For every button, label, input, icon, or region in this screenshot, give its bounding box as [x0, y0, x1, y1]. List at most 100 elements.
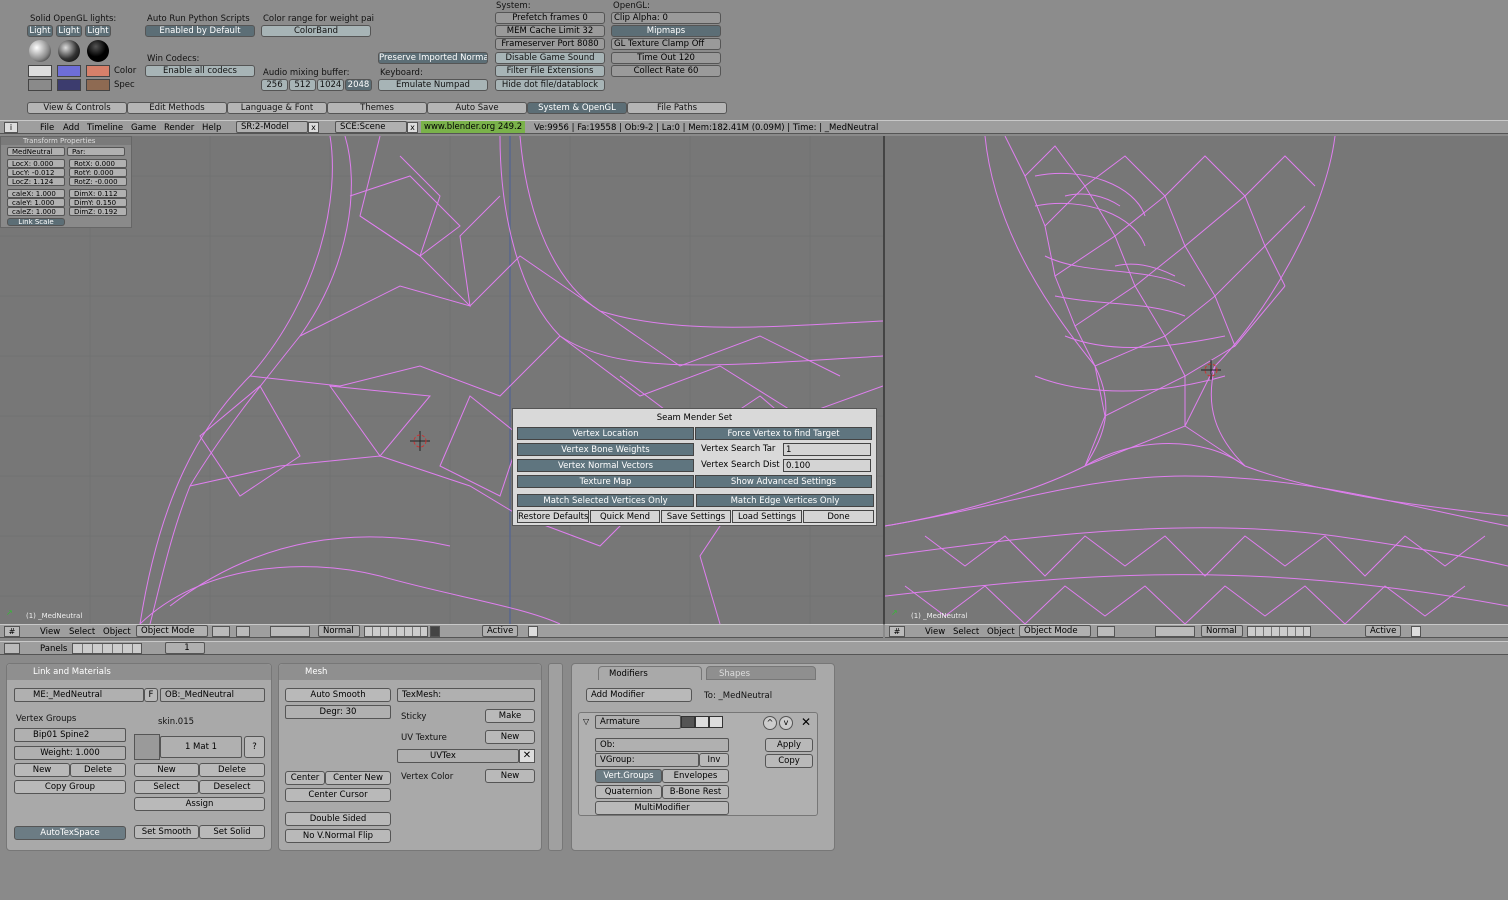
info-icon[interactable]: i — [4, 122, 18, 133]
orientation-dropdown-left[interactable]: Normal — [318, 625, 360, 637]
texture-map-toggle[interactable]: Texture Map — [517, 475, 694, 488]
scene-close-icon[interactable]: x — [407, 122, 418, 133]
link-materials-title[interactable]: Link and Materials — [7, 664, 271, 680]
copy-button[interactable]: Copy — [765, 754, 813, 768]
layers-icon[interactable] — [364, 626, 428, 637]
audio-1024[interactable]: 1024 — [317, 79, 344, 91]
center-new-button[interactable]: Center New — [325, 771, 391, 785]
material-new-button[interactable]: New — [134, 763, 199, 777]
center-button[interactable]: Center — [285, 771, 325, 785]
light-2-color-swatch[interactable] — [57, 65, 81, 77]
scene-selector[interactable]: SCE:Scene — [335, 121, 407, 133]
material-deselect-button[interactable]: Deselect — [199, 780, 265, 794]
armature-object-field[interactable]: Ob: — [595, 738, 729, 752]
collect-rate-field[interactable]: Collect Rate 60 — [611, 65, 721, 77]
menu-object-right[interactable]: Object — [987, 627, 1015, 637]
audio-512[interactable]: 512 — [289, 79, 316, 91]
transform-name-field[interactable]: MedNeutral — [7, 147, 65, 156]
win-codecs-toggle[interactable]: Enable all codecs — [145, 65, 255, 77]
fake-user-button[interactable]: F — [144, 688, 158, 702]
editor-type-icon-right[interactable]: # — [889, 626, 905, 637]
show-advanced-toggle[interactable]: Show Advanced Settings — [695, 475, 872, 488]
degr-field[interactable]: Degr: 30 — [285, 705, 391, 719]
modifier-name-field[interactable]: Armature — [595, 715, 681, 729]
light-2-sphere-icon[interactable] — [58, 40, 80, 62]
render-preview-icon-right[interactable] — [1411, 626, 1421, 637]
object-datablock-field[interactable]: OB:_MedNeutral — [160, 688, 265, 702]
blender-url[interactable]: www.blender.org 249.2 — [421, 121, 526, 133]
audio-2048[interactable]: 2048 — [345, 79, 372, 91]
sticky-make-button[interactable]: Make — [485, 709, 535, 723]
vcol-new-button[interactable]: New — [485, 769, 535, 783]
panels-menu[interactable]: Panels — [40, 644, 67, 654]
locy-field[interactable]: LocY: -0.012 — [7, 168, 65, 177]
add-modifier-dropdown[interactable]: Add Modifier — [586, 688, 692, 702]
light-1-sphere-icon[interactable] — [29, 40, 51, 62]
tab-shapes[interactable]: Shapes — [706, 666, 816, 680]
menu-timeline[interactable]: Timeline — [87, 123, 123, 133]
vgroup-delete-button[interactable]: Delete — [70, 763, 126, 777]
filter-ext-toggle[interactable]: Filter File Extensions — [495, 65, 605, 77]
roty-field[interactable]: RotY: 0.000 — [69, 168, 127, 177]
mode-dropdown-right[interactable]: Object Mode — [1019, 625, 1091, 637]
vertex-location-toggle[interactable]: Vertex Location — [517, 427, 694, 440]
layers-icon-right[interactable] — [1247, 626, 1311, 637]
viewport-left[interactable]: (1) _MedNeutral ↗ — [0, 136, 883, 624]
collapse-arrow-icon[interactable]: ▽ — [583, 717, 589, 726]
menu-view-right[interactable]: View — [925, 627, 945, 637]
menu-select-right[interactable]: Select — [953, 627, 979, 637]
editor-type-icon[interactable]: # — [4, 626, 20, 637]
scalez-field[interactable]: caleZ: 1.000 — [7, 207, 65, 216]
disable-sound-toggle[interactable]: Disable Game Sound — [495, 52, 605, 64]
colorband-button[interactable]: ColorBand — [261, 25, 371, 37]
collapsed-panel-strip[interactable] — [548, 663, 563, 851]
prefetch-field[interactable]: Prefetch frames 0 — [495, 12, 605, 24]
scaley-field[interactable]: caleY: 1.000 — [7, 198, 65, 207]
render-preview-icon[interactable] — [528, 626, 538, 637]
auto-smooth-toggle[interactable]: Auto Smooth — [285, 688, 391, 702]
menu-file[interactable]: File — [40, 123, 54, 133]
dimy-field[interactable]: DimY: 0.150 — [69, 198, 127, 207]
move-down-icon[interactable]: v — [779, 716, 793, 730]
mem-cache-field[interactable]: MEM Cache Limit 32 — [495, 25, 605, 37]
light-3-button[interactable]: Light — [85, 25, 111, 37]
screen-selector[interactable]: SR:2-Model — [236, 121, 308, 133]
tab-system-opengl[interactable]: System & OpenGL — [527, 102, 627, 114]
menu-game[interactable]: Game — [131, 123, 156, 133]
tab-file-paths[interactable]: File Paths — [627, 102, 727, 114]
force-vertex-toggle[interactable]: Force Vertex to find Target — [695, 427, 872, 440]
timeout-field[interactable]: Time Out 120 — [611, 52, 721, 64]
orientation-dropdown-right[interactable]: Normal — [1201, 625, 1243, 637]
save-settings-button[interactable]: Save Settings — [661, 510, 731, 523]
done-button[interactable]: Done — [803, 510, 874, 523]
set-solid-button[interactable]: Set Solid — [199, 825, 265, 839]
copy-group-button[interactable]: Copy Group — [14, 780, 126, 794]
mipmaps-toggle[interactable]: Mipmaps — [611, 25, 721, 37]
light-3-spec-swatch[interactable] — [86, 79, 110, 91]
frame-field[interactable]: 1 — [165, 642, 205, 654]
pivot-icon[interactable] — [236, 626, 250, 637]
search-tar-slider[interactable]: 1 — [783, 443, 871, 456]
hand-icon[interactable] — [270, 626, 310, 637]
material-delete-button[interactable]: Delete — [199, 763, 265, 777]
move-up-icon[interactable]: ^ — [763, 716, 777, 730]
load-settings-button[interactable]: Load Settings — [732, 510, 802, 523]
render-toggle-icon[interactable] — [681, 716, 695, 728]
viewport-divider[interactable] — [883, 136, 885, 624]
light-2-spec-swatch[interactable] — [57, 79, 81, 91]
transform-parent-field[interactable]: Par: — [67, 147, 125, 156]
auto-run-toggle[interactable]: Enabled by Default — [145, 25, 255, 37]
vertex-group-dropdown[interactable]: Bip01 Spine2 — [14, 728, 126, 742]
display-toggle-icon[interactable] — [695, 716, 709, 728]
mesh-title[interactable]: Mesh — [279, 664, 541, 680]
tab-view-controls[interactable]: View & Controls — [27, 102, 127, 114]
material-help-button[interactable]: ? — [244, 736, 265, 758]
draw-type-icon-right[interactable] — [1097, 626, 1115, 637]
emulate-numpad-toggle[interactable]: Emulate Numpad — [378, 79, 488, 91]
draw-type-icon[interactable] — [212, 626, 230, 637]
tab-auto-save[interactable]: Auto Save — [427, 102, 527, 114]
mesh-datablock-field[interactable]: ME:_MedNeutral — [14, 688, 144, 702]
remove-modifier-icon[interactable]: ✕ — [801, 715, 811, 729]
material-assign-button[interactable]: Assign — [134, 797, 265, 811]
bbone-rest-toggle[interactable]: B-Bone Rest — [662, 785, 729, 799]
